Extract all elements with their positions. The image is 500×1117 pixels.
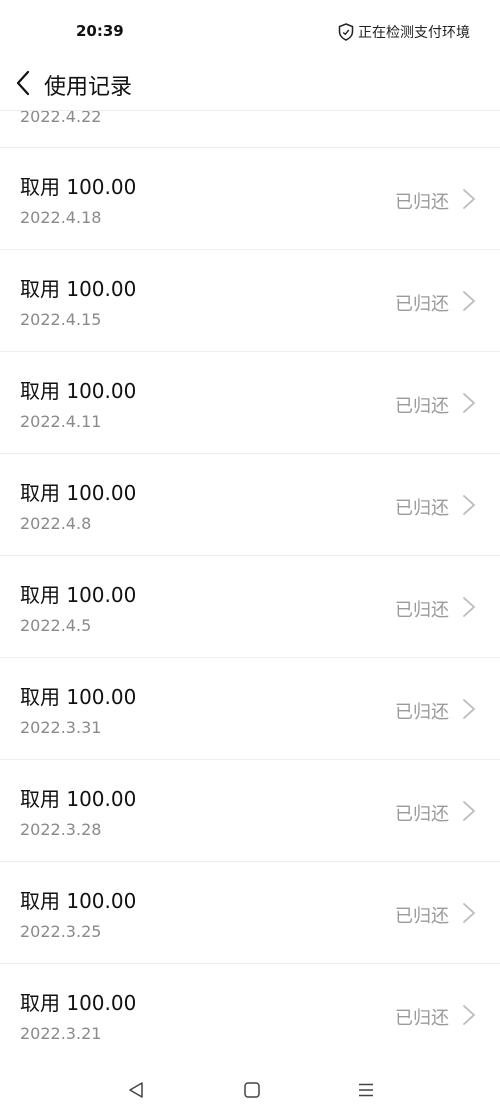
chevron-right-icon: [463, 189, 475, 209]
record-title: 取用 100.00: [20, 175, 137, 199]
record-title: 取用 100.00: [20, 991, 137, 1015]
record-status: 已归还: [395, 192, 449, 213]
list-item[interactable]: 取用 100.00 2022.3.31 已归还: [0, 658, 500, 760]
chevron-right-icon: [463, 1005, 475, 1025]
list-item[interactable]: 取用 100.00 2022.3.21 已归还: [0, 964, 500, 1050]
usage-record-list: 2022.4.22 取用 100.00 2022.4.18 已归还 取用 100…: [0, 110, 500, 1050]
record-date: 2022.4.22: [20, 110, 102, 126]
record-status: 已归还: [395, 804, 449, 825]
chevron-right-icon: [463, 393, 475, 413]
security-text: 正在检测支付环境: [358, 25, 470, 41]
record-title: 取用 100.00: [20, 379, 137, 403]
record-status: 已归还: [395, 906, 449, 927]
chevron-right-icon: [463, 495, 475, 515]
record-title: 取用 100.00: [20, 277, 137, 301]
record-status: 已归还: [395, 396, 449, 417]
record-title: 取用 100.00: [20, 889, 137, 913]
security-status: 正在检测支付环境: [338, 22, 470, 42]
record-title: 取用 100.00: [20, 583, 137, 607]
record-date: 2022.4.18: [20, 208, 102, 227]
page-title: 使用记录: [44, 75, 133, 100]
record-date: 2022.3.28: [20, 820, 102, 839]
page-header: 使用记录: [0, 56, 500, 111]
record-status: 已归还: [395, 1008, 449, 1029]
nav-menu-button[interactable]: [354, 1078, 378, 1102]
list-item[interactable]: 取用 100.00 2022.4.18 已归还: [0, 148, 500, 250]
list-item[interactable]: 取用 100.00 2022.4.5 已归还: [0, 556, 500, 658]
chevron-right-icon: [463, 597, 475, 617]
record-date: 2022.4.5: [20, 616, 92, 635]
status-bar: 20:39 正在检测支付环境: [0, 0, 500, 64]
status-time: 20:39: [76, 22, 124, 40]
record-title: 取用 100.00: [20, 787, 137, 811]
nav-home-button[interactable]: [240, 1078, 264, 1102]
list-item[interactable]: 取用 100.00 2022.4.8 已归还: [0, 454, 500, 556]
record-status: 已归还: [395, 498, 449, 519]
record-date: 2022.3.21: [20, 1024, 102, 1043]
chevron-right-icon: [463, 903, 475, 923]
nav-back-button[interactable]: [124, 1078, 148, 1102]
record-date: 2022.4.15: [20, 310, 102, 329]
list-item[interactable]: 取用 100.00 2022.4.11 已归还: [0, 352, 500, 454]
record-date: 2022.3.25: [20, 922, 102, 941]
record-status: 已归还: [395, 294, 449, 315]
record-status: 已归还: [395, 702, 449, 723]
list-item[interactable]: 取用 100.00 2022.3.28 已归还: [0, 760, 500, 862]
chevron-right-icon: [463, 699, 475, 719]
shield-icon: [338, 23, 354, 41]
chevron-left-icon: [16, 70, 30, 96]
record-date: 2022.4.8: [20, 514, 92, 533]
record-date: 2022.3.31: [20, 718, 102, 737]
triangle-back-icon: [129, 1082, 143, 1098]
chevron-right-icon: [463, 801, 475, 821]
list-item[interactable]: 2022.4.22: [0, 110, 500, 148]
square-home-icon: [244, 1082, 260, 1098]
list-item[interactable]: 取用 100.00 2022.3.25 已归还: [0, 862, 500, 964]
system-navigation-bar: [0, 1060, 500, 1117]
list-item[interactable]: 取用 100.00 2022.4.15 已归还: [0, 250, 500, 352]
menu-icon: [359, 1083, 373, 1097]
record-status: 已归还: [395, 600, 449, 621]
chevron-right-icon: [463, 291, 475, 311]
record-title: 取用 100.00: [20, 685, 137, 709]
back-button[interactable]: [8, 66, 38, 100]
record-date: 2022.4.11: [20, 412, 102, 431]
record-title: 取用 100.00: [20, 481, 137, 505]
